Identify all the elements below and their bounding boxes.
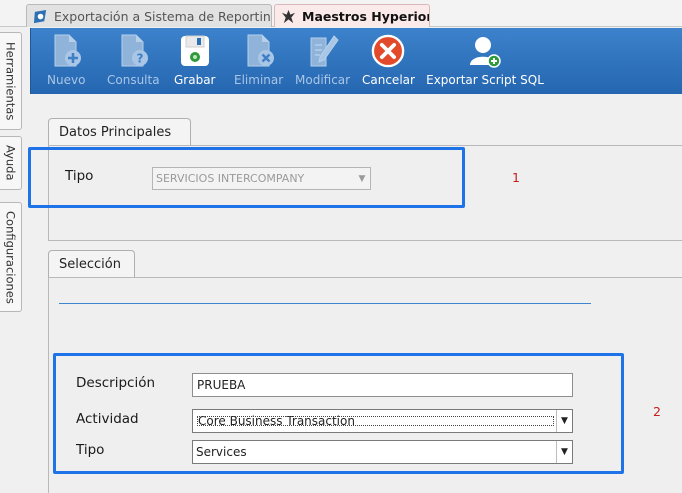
cancelar-button[interactable]: Cancelar xyxy=(362,31,415,87)
seleccion-tab[interactable]: Selección xyxy=(48,250,135,278)
button-label: Cancelar xyxy=(362,73,415,87)
side-tab-label: Configuraciones xyxy=(3,210,18,304)
export-user-icon xyxy=(426,31,544,71)
main-content: Datos Principales Tipo SERVICIOS INTERCO… xyxy=(28,94,682,493)
new-document-icon xyxy=(49,31,83,71)
hyperion-logo-icon xyxy=(281,9,296,23)
annotation-1: 1 xyxy=(512,170,520,185)
side-tab-bar: Herramientas Ayuda Configuraciones xyxy=(0,27,24,493)
grabar-button[interactable]: Grabar xyxy=(174,31,216,87)
side-tab-herramientas[interactable]: Herramientas xyxy=(0,32,22,130)
save-disk-icon xyxy=(178,31,212,71)
nuevo-button[interactable]: Nuevo xyxy=(47,31,85,87)
tab-label: Exportación a Sistema de Reporting xyxy=(54,8,272,24)
tab-maestros-hyperion[interactable]: Maestros Hyperion xyxy=(274,4,430,27)
tab-exportacion[interactable]: Exportación a Sistema de Reporting xyxy=(26,4,272,27)
exportar-script-sql-button[interactable]: Exportar Script SQL xyxy=(426,31,544,87)
svg-text:?: ? xyxy=(137,52,144,66)
button-label: Exportar Script SQL xyxy=(426,73,544,87)
tab-label: Maestros Hyperion xyxy=(302,8,430,24)
button-label: Consulta xyxy=(107,73,160,87)
highlight-box-2 xyxy=(53,353,624,474)
side-tab-configuraciones[interactable]: Configuraciones xyxy=(0,202,22,312)
delete-document-icon xyxy=(242,31,276,71)
toolbar: Nuevo ? Consulta Grabar Eliminar Modific… xyxy=(30,28,682,94)
side-tab-label: Herramientas xyxy=(3,41,18,121)
modificar-button[interactable]: Modificar xyxy=(295,31,350,87)
highlight-box-1 xyxy=(28,147,465,208)
button-label: Modificar xyxy=(295,73,351,87)
edit-pencil-icon xyxy=(306,31,340,71)
annotation-2: 2 xyxy=(653,404,661,419)
query-document-icon: ? xyxy=(116,31,150,71)
datos-principales-tab[interactable]: Datos Principales xyxy=(48,118,191,146)
eliminar-button[interactable]: Eliminar xyxy=(234,31,283,87)
document-tab-strip: Exportación a Sistema de Reporting Maest… xyxy=(0,0,682,27)
button-label: Eliminar xyxy=(234,73,284,87)
button-label: Grabar xyxy=(174,73,216,87)
consulta-button[interactable]: ? Consulta xyxy=(107,31,160,87)
separator-line xyxy=(59,303,591,304)
app-logo-icon xyxy=(33,9,47,23)
side-tab-ayuda[interactable]: Ayuda xyxy=(0,136,22,190)
cancel-x-icon xyxy=(371,31,405,71)
group-title: Datos Principales xyxy=(59,125,172,140)
side-tab-label: Ayuda xyxy=(3,145,18,181)
button-label: Nuevo xyxy=(47,73,86,87)
group-title: Selección xyxy=(59,257,121,272)
